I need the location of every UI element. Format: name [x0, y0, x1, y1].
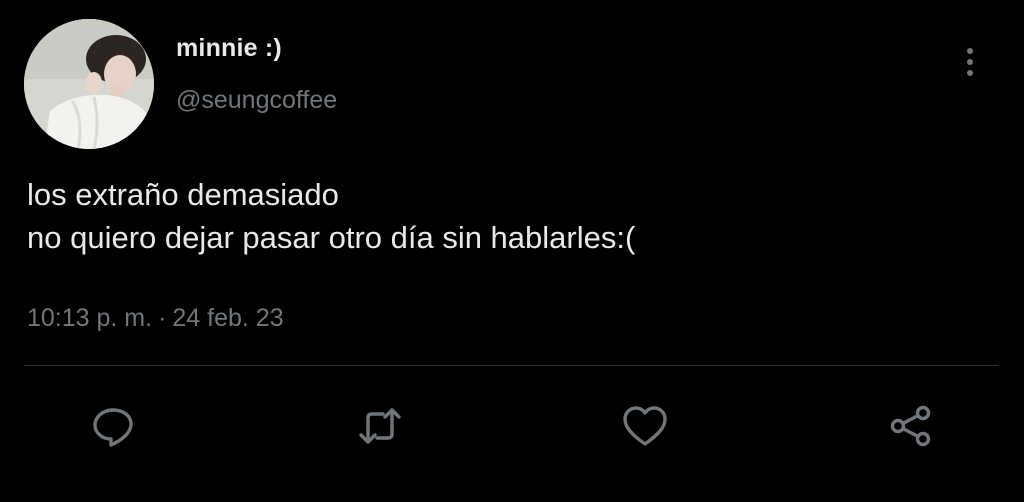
- tweet-time: 10:13 p. m.: [27, 304, 153, 332]
- retweet-button[interactable]: [356, 402, 404, 450]
- user-handle[interactable]: @seungcoffee: [176, 86, 337, 115]
- share-icon: [890, 405, 931, 447]
- tweet-detail: minnie :) @seungcoffee los extraño demas…: [0, 0, 1024, 502]
- more-vertical-icon-dot: [967, 70, 973, 76]
- tweet-text-line: no quiero dejar pasar otro día sin habla…: [27, 220, 636, 255]
- tweet-text-line: los extraño demasiado: [27, 177, 339, 212]
- share-button[interactable]: [887, 402, 935, 450]
- tweet-timestamp[interactable]: 10:13 p. m. · 24 feb. 23: [27, 304, 284, 333]
- reply-button[interactable]: [89, 402, 137, 450]
- retweet-icon: [359, 408, 401, 444]
- more-vertical-icon: [967, 48, 973, 54]
- meta-separator: ·: [158, 304, 167, 332]
- tweet-text: los extraño demasiado no quiero dejar pa…: [27, 173, 635, 259]
- more-options-button[interactable]: [952, 40, 988, 84]
- more-vertical-icon-dot: [967, 59, 973, 65]
- avatar[interactable]: [24, 19, 154, 149]
- avatar-photo-icon: [24, 19, 154, 149]
- heart-icon: [623, 406, 667, 446]
- reply-icon: [93, 408, 133, 447]
- display-name[interactable]: minnie :): [176, 34, 282, 63]
- like-button[interactable]: [621, 402, 669, 450]
- divider: [24, 365, 999, 366]
- tweet-date: 24 feb. 23: [172, 304, 284, 332]
